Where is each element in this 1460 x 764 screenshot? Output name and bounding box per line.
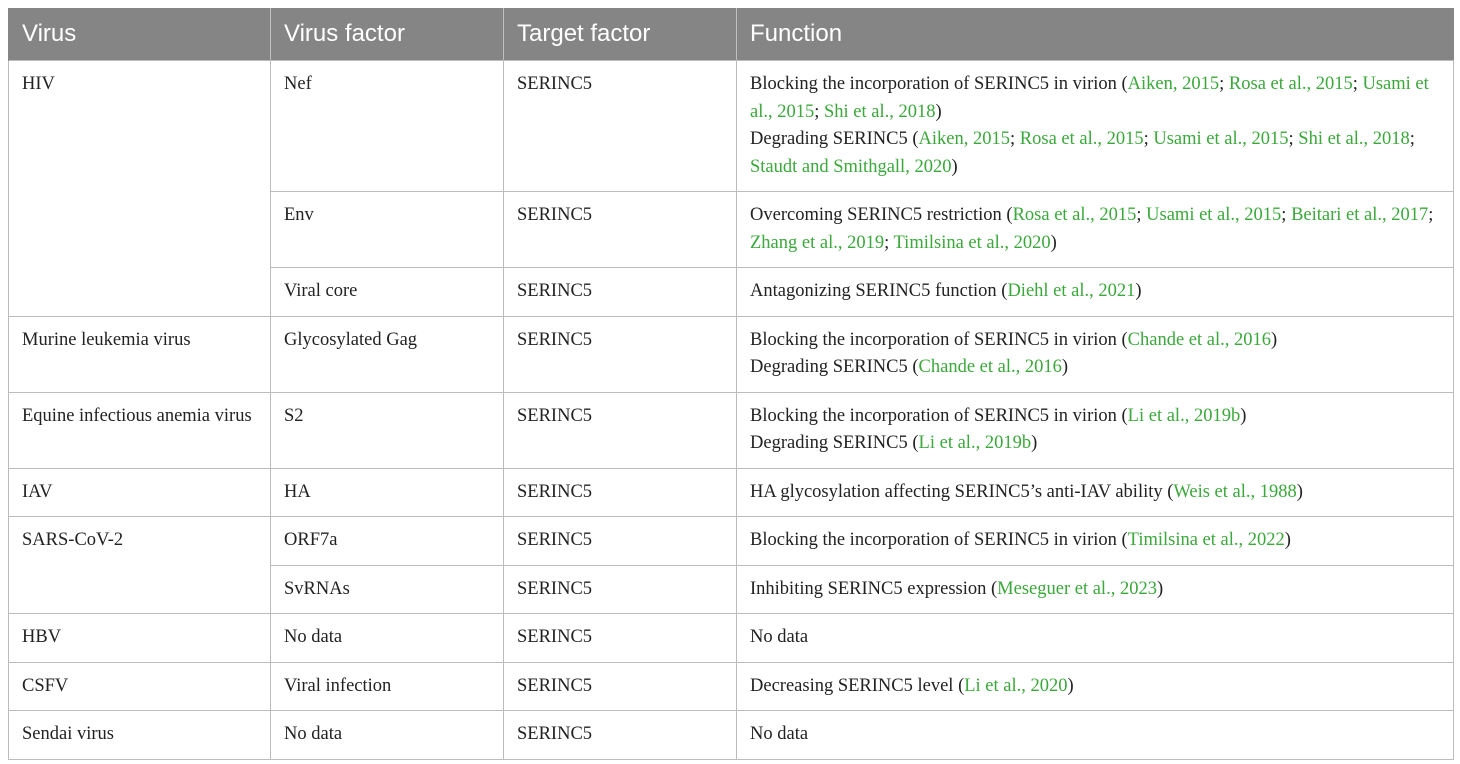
function-line: Blocking the incorporation of SERINC5 in… [750, 530, 1291, 550]
citation-link[interactable]: Rosa et al., 2015 [1013, 205, 1137, 225]
virus-cell: IAV [8, 467, 271, 517]
target-factor-cell: SERINC5 [503, 710, 737, 760]
citation-link[interactable]: Chande et al., 2016 [919, 357, 1062, 377]
function-line: Decreasing SERINC5 level (Li et al., 202… [750, 675, 1074, 696]
function-cell: Blocking the incorporation of SERINC5 in… [736, 60, 1454, 192]
citation-link[interactable]: Zhang et al., 2019 [750, 233, 884, 253]
virus-cell: Equine infectious anemia virus [8, 391, 271, 469]
function-line: No data [750, 724, 809, 744]
target-factor-cell: SERINC5 [503, 613, 737, 663]
citation-link[interactable]: Meseguer et al., 2023 [997, 579, 1157, 599]
citation-link[interactable]: Rosa et al., 2015 [1229, 74, 1353, 94]
citation-link[interactable]: Timilsina et al., 2022 [1128, 530, 1285, 550]
virus-factor-cell: Glycosylated Gag [270, 315, 504, 393]
table-row: CSFV Viral infection SERINC5 Decreasing … [8, 661, 1454, 711]
citation-link[interactable]: Beitari et al., 2017 [1291, 205, 1428, 225]
function-line: Blocking the incorporation of SERINC5 in… [750, 74, 1429, 122]
virus-cell: CSFV [8, 661, 271, 711]
table-row: Murine leukemia virus Glycosylated Gag S… [8, 315, 1454, 393]
function-line: Antagonizing SERINC5 function (Diehl et … [750, 281, 1142, 301]
function-cell: Antagonizing SERINC5 function (Diehl et … [736, 267, 1454, 317]
function-line: Degrading SERINC5 (Chande et al., 2016) [750, 357, 1069, 377]
virus-factor-cell: Viral infection [270, 661, 504, 711]
header-function: Function [736, 8, 1454, 61]
table-row: HBV No data SERINC5 No data [8, 613, 1454, 663]
citation-link[interactable]: Usami et al., 2015 [1146, 205, 1281, 225]
virus-factor-cell: SvRNAs [270, 564, 504, 614]
target-factor-cell: SERINC5 [503, 564, 737, 614]
target-factor-cell: SERINC5 [503, 191, 737, 268]
function-line: Degrading SERINC5 (Aiken, 2015; Rosa et … [750, 129, 1415, 177]
citation-link[interactable]: Aiken, 2015 [919, 129, 1010, 149]
table-row: Equine infectious anemia virus S2 SERINC… [8, 391, 1454, 469]
function-cell: Inhibiting SERINC5 expression (Meseguer … [736, 564, 1454, 614]
target-factor-cell: SERINC5 [503, 315, 737, 393]
table-row: HIV Nef SERINC5 Blocking the incorporati… [8, 60, 1454, 317]
header-virus: Virus [8, 8, 271, 61]
table-row: Sendai virus No data SERINC5 No data [8, 710, 1454, 760]
function-cell: No data [736, 710, 1454, 760]
function-cell: Blocking the incorporation of SERINC5 in… [736, 516, 1454, 566]
function-cell: HA glycosylation affecting SERINC5’s ant… [736, 467, 1454, 517]
function-cell: No data [736, 613, 1454, 663]
virus-cell: HBV [8, 613, 271, 663]
citation-link[interactable]: Shi et al., 2018 [1298, 129, 1410, 149]
header-virus-factor: Virus factor [270, 8, 504, 61]
citation-link[interactable]: Diehl et al., 2021 [1007, 281, 1135, 301]
function-line: Blocking the incorporation of SERINC5 in… [750, 405, 1247, 426]
citation-link[interactable]: Weis et al., 1988 [1173, 482, 1296, 502]
virus-cell: Murine leukemia virus [8, 315, 271, 393]
virus-factor-cell: Viral core [270, 267, 504, 317]
target-factor-cell: SERINC5 [503, 60, 737, 192]
citation-link[interactable]: Aiken, 2015 [1128, 74, 1219, 94]
citation-link[interactable]: Shi et al., 2018 [824, 102, 936, 122]
citation-link[interactable]: Staudt and Smithgall, 2020 [750, 157, 951, 177]
table-row: IAV HA SERINC5 HA glycosylation affectin… [8, 467, 1454, 517]
function-line: No data [750, 627, 809, 647]
virus-cell: HIV [8, 60, 271, 317]
citation-link[interactable]: Rosa et al., 2015 [1020, 129, 1144, 149]
target-factor-cell: SERINC5 [503, 661, 737, 711]
virus-factor-cell: No data [270, 613, 504, 663]
target-factor-cell: SERINC5 [503, 391, 737, 469]
target-factor-cell: SERINC5 [503, 467, 737, 517]
citation-link[interactable]: Li et al., 2019b [1128, 406, 1241, 426]
citation-link[interactable]: Usami et al., 2015 [1153, 129, 1288, 149]
function-line: Blocking the incorporation of SERINC5 in… [750, 329, 1278, 350]
function-line: Overcoming SERINC5 restriction (Rosa et … [750, 205, 1434, 253]
header-row: Virus Virus factor Target factor Functio… [8, 8, 1454, 61]
virus-factor-cell: ORF7a [270, 516, 504, 566]
function-line: Inhibiting SERINC5 expression (Meseguer … [750, 578, 1164, 599]
virus-factor-cell: Env [270, 191, 504, 268]
function-cell: Overcoming SERINC5 restriction (Rosa et … [736, 191, 1454, 268]
table-row: SARS-CoV-2 ORF7a SERINC5 Blocking the in… [8, 516, 1454, 614]
virus-cell: Sendai virus [8, 710, 271, 760]
citation-link[interactable]: Timilsina et al., 2020 [894, 233, 1051, 253]
citation-link[interactable]: Li et al., 2019b [919, 433, 1032, 453]
target-factor-cell: SERINC5 [503, 267, 737, 317]
citation-link[interactable]: Chande et al., 2016 [1128, 330, 1271, 350]
header-target-factor: Target factor [503, 8, 737, 61]
function-cell: Blocking the incorporation of SERINC5 in… [736, 391, 1454, 469]
virus-cell: SARS-CoV-2 [8, 516, 271, 614]
function-line: HA glycosylation affecting SERINC5’s ant… [750, 481, 1303, 502]
function-cell: Blocking the incorporation of SERINC5 in… [736, 315, 1454, 393]
virus-factor-cell: Nef [270, 60, 504, 192]
function-line: Degrading SERINC5 (Li et al., 2019b) [750, 433, 1038, 453]
virus-factor-cell: S2 [270, 391, 504, 469]
citation-link[interactable]: Li et al., 2020 [964, 676, 1067, 696]
virus-factor-cell: No data [270, 710, 504, 760]
target-factor-cell: SERINC5 [503, 516, 737, 566]
virus-factor-table: Virus Virus factor Target factor Functio… [8, 8, 1454, 760]
virus-factor-cell: HA [270, 467, 504, 517]
function-cell: Decreasing SERINC5 level (Li et al., 202… [736, 661, 1454, 711]
